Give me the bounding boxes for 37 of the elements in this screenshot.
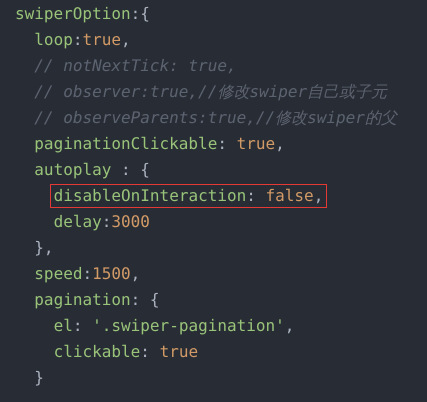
- code-token: speed: [34, 264, 82, 283]
- code-token: :: [82, 264, 92, 283]
- code-token: pagination: [34, 290, 131, 309]
- code-token: : {: [120, 160, 150, 179]
- code-token: :{: [130, 4, 150, 23]
- code-token: true: [160, 342, 198, 361]
- code-token: clickable: [54, 342, 140, 361]
- code-token: :: [217, 134, 228, 153]
- code-token: : {: [130, 290, 160, 309]
- code-token: delay: [54, 212, 102, 231]
- code-token: disableOnInteraction: [54, 186, 246, 205]
- code-comment: // observer:true,//修改swiper自己或子元: [34, 82, 388, 101]
- code-token: '.swiper-pagination': [92, 316, 285, 335]
- code-token: autoplay: [34, 160, 112, 179]
- code-token: 3000: [111, 212, 150, 231]
- code-token: :: [246, 186, 257, 205]
- code-token: 1500: [92, 264, 131, 283]
- code-token: true: [236, 134, 276, 153]
- code-token: false: [266, 186, 314, 205]
- code-token: true: [82, 30, 121, 49]
- code-token: el: [54, 316, 73, 335]
- code-token: }: [34, 368, 44, 387]
- code-token: :: [102, 212, 112, 231]
- code-token: paginationClickable: [34, 134, 218, 153]
- code-token: :: [72, 30, 82, 49]
- code-token: ,: [275, 134, 285, 153]
- code-comment: // notNextTick: true,: [34, 56, 237, 75]
- code-token: },: [34, 238, 54, 257]
- code-token: :: [72, 316, 84, 335]
- code-comment: // observeParents:true,//修改swiper的父: [34, 108, 397, 127]
- code-token: :: [140, 342, 151, 361]
- code-token: ,: [284, 316, 294, 335]
- code-token: ,: [121, 30, 131, 49]
- code-token: swiperOption: [15, 4, 131, 23]
- code-token: ,: [130, 264, 140, 283]
- code-token: loop: [34, 30, 73, 49]
- code-token: ,: [314, 186, 324, 205]
